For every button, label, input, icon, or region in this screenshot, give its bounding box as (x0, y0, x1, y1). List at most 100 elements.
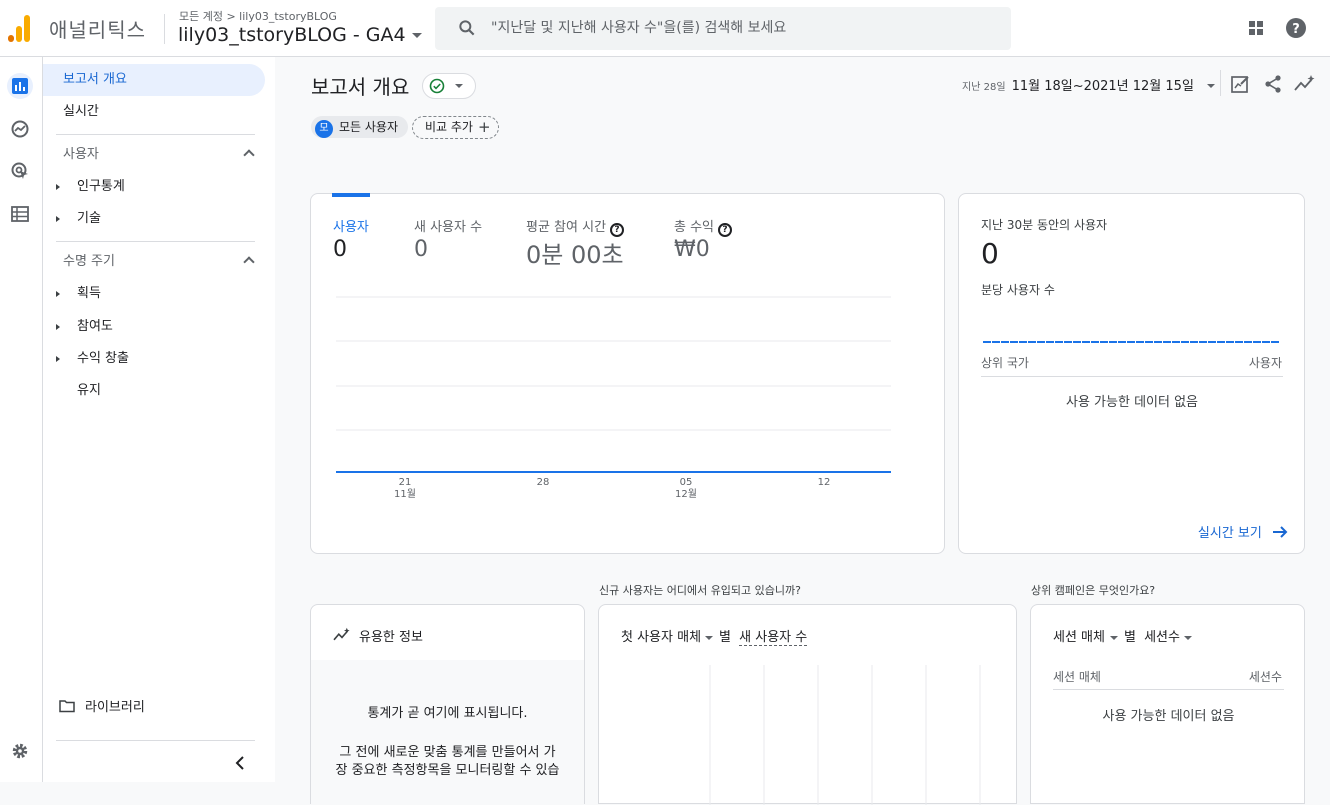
chevron-down-icon (705, 635, 714, 640)
configure-nav[interactable] (7, 201, 33, 227)
view-realtime-link[interactable]: 실시간 보기 (1198, 522, 1288, 541)
report-status-dropdown[interactable] (422, 73, 476, 99)
metric-new-users-label[interactable]: 새 사용자 수 (414, 216, 482, 235)
col-header-session-medium: 세션 매체 (1053, 670, 1101, 684)
breadcrumb[interactable]: 모든 계정 > lily03_tstoryBLOG (179, 8, 337, 24)
chevron-up-icon (243, 256, 255, 268)
realtime-title: 지난 30분 동안의 사용자 (981, 218, 1108, 232)
no-data-message: 사용 가능한 데이터 없음 (1066, 395, 1198, 410)
insights-description: 그 전에 새로운 맞춤 통계를 만들어서 가 (339, 745, 556, 760)
tick-month: 11월 (394, 489, 416, 500)
dimension-dropdown[interactable]: 첫 사용자 매체 (621, 630, 719, 645)
customize-report-button[interactable] (1230, 74, 1250, 94)
date-range-picker[interactable]: 지난 28일 11월 18일~2021년 12월 15일 (962, 75, 1215, 94)
help-icon[interactable]: ? (718, 223, 733, 237)
search-input[interactable] (491, 17, 991, 39)
section-label: 사용자 (63, 147, 99, 162)
nav-item-label: 수익 창출 (77, 351, 129, 366)
nav-realtime[interactable]: 실시간 (43, 96, 265, 128)
reports-nav[interactable] (7, 73, 33, 99)
metric-users-label[interactable]: 사용자 (333, 216, 369, 235)
no-data-message: 사용 가능한 데이터 없음 (1102, 709, 1235, 724)
svg-text:?: ? (1292, 22, 1300, 37)
apps-grid-icon[interactable] (1245, 17, 1267, 39)
expand-arrow-icon (56, 356, 60, 362)
metric-dropdown[interactable]: 세션수 (1144, 630, 1192, 645)
top-bar: 애널리틱스 모든 계정 > lily03_tstoryBLOG lily03_t… (0, 0, 1330, 57)
insights-sparkle-icon (333, 627, 350, 641)
users-trend-chart (336, 296, 891, 473)
dimension-dropdown[interactable]: 세션 매체 (1053, 630, 1124, 645)
chevron-down-icon (1183, 635, 1192, 640)
nav-monetization[interactable]: 수익 창출 (43, 343, 265, 375)
add-comparison-button[interactable]: 비교 추가 + (412, 116, 499, 139)
folder-icon (59, 700, 75, 713)
expand-arrow-icon (56, 291, 60, 297)
metric-label-text: 총 수익 (674, 220, 715, 235)
divider (56, 241, 255, 242)
explore-icon (11, 120, 29, 138)
explore-nav[interactable] (7, 116, 33, 142)
help-icon[interactable]: ? (1285, 17, 1307, 39)
nav-report-overview[interactable]: 보고서 개요 (43, 64, 265, 96)
nav-engagement[interactable]: 참여도 (43, 311, 265, 343)
metric-label-text: 평균 참여 시간 (526, 220, 607, 235)
target-cursor-icon (11, 162, 28, 179)
selected-metric-indicator (332, 193, 370, 197)
expand-arrow-icon (56, 216, 60, 222)
admin-nav[interactable] (7, 738, 33, 764)
analytics-logo[interactable] (8, 14, 32, 42)
share-button[interactable] (1263, 74, 1283, 94)
advertising-nav[interactable] (7, 158, 33, 184)
divider (1053, 689, 1284, 690)
nav-demographics[interactable]: 인구통계 (43, 171, 265, 203)
check-circle-icon (429, 78, 445, 94)
nav-item-label: 기술 (77, 211, 101, 226)
insights-sparkle-icon (1294, 75, 1315, 91)
x-tick-label: 12 (809, 477, 839, 488)
dimension-label: 첫 사용자 매체 (621, 630, 702, 645)
insights-button[interactable] (1294, 74, 1316, 94)
insights-header: 유용한 정보 (311, 605, 584, 660)
nav-retention[interactable]: 유지 (43, 375, 265, 407)
nav-library[interactable]: 라이브러리 (43, 692, 265, 724)
source-bar-chart (709, 665, 981, 805)
section-question-source: 신규 사용자는 어디에서 유입되고 있습니까? (599, 584, 801, 597)
insights-card: 유용한 정보 통계가 곧 여기에 표시됩니다. 그 전에 새로운 맞춤 통계를 … (310, 604, 585, 805)
tick-day: 12 (817, 477, 831, 488)
segment-avatar: 모 (315, 120, 333, 138)
realtime-card: 지난 30분 동안의 사용자 0 분당 사용자 수 상위 국가 사용자 사용 가… (958, 193, 1305, 554)
metrics-card: 사용자 0 새 사용자 수 0 평균 참여 시간? 0분 00초 총 수익? ₩… (310, 193, 945, 554)
nav-section-users[interactable]: 사용자 (43, 139, 265, 171)
source-heading: 첫 사용자 매체 별 새 사용자 수 (621, 626, 808, 646)
nav-tech[interactable]: 기술 (43, 203, 265, 235)
property-selector[interactable]: lily03_tstoryBLOG - GA4 (178, 24, 422, 46)
nav-acquisition[interactable]: 획득 (43, 278, 265, 310)
section-question-campaign: 상위 캠페인은 무엇인가요? (1031, 584, 1156, 597)
search-bar[interactable] (435, 7, 1011, 50)
chevron-down-icon (1109, 635, 1118, 640)
tick-day: 28 (536, 477, 550, 488)
add-comparison-label: 비교 추가 (425, 120, 473, 134)
segment-chip[interactable]: 모 모든 사용자 (311, 116, 409, 138)
bar-chart-icon (12, 78, 28, 94)
section-label: 수명 주기 (63, 254, 115, 269)
dimension-label: 세션 매체 (1053, 630, 1105, 645)
metric-new-users-value: 0 (414, 237, 428, 262)
tick-month: 12월 (675, 489, 697, 500)
by-label: 별 (719, 630, 731, 645)
metric-engagement-label[interactable]: 평균 참여 시간? (526, 216, 625, 237)
property-name: lily03_tstoryBLOG - GA4 (178, 24, 406, 46)
plus-icon: + (478, 118, 491, 136)
icon-rail (0, 57, 43, 782)
top-campaign-card: 세션 매체 별 세션수 세션 매체 세션수 사용 가능한 데이터 없음 (1030, 604, 1305, 804)
chevron-left-icon (235, 756, 244, 770)
collapse-panel-button[interactable] (233, 755, 249, 771)
metric-revenue-value: ₩0 (674, 237, 710, 262)
link-label: 실시간 보기 (1197, 526, 1262, 541)
realtime-value: 0 (981, 237, 999, 270)
metric-label[interactable]: 새 사용자 수 (739, 630, 808, 646)
library-label: 라이브러리 (85, 700, 145, 715)
metric-revenue-label[interactable]: 총 수익? (674, 216, 733, 237)
nav-section-lifecycle[interactable]: 수명 주기 (43, 246, 265, 278)
